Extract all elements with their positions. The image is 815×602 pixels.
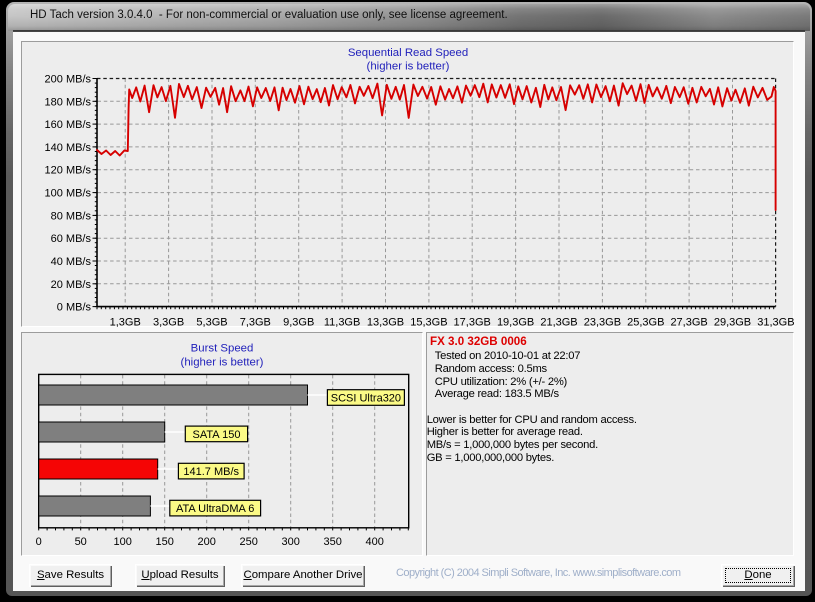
svg-text:400: 400 (366, 536, 384, 548)
svg-text:141.7 MB/s: 141.7 MB/s (183, 466, 239, 478)
svg-text:11,3GB: 11,3GB (324, 317, 361, 329)
svg-text:9,3GB: 9,3GB (283, 317, 314, 329)
svg-text:60 MB/s: 60 MB/s (51, 233, 92, 245)
svg-text:(higher is better): (higher is better) (181, 357, 264, 369)
svg-text:160 MB/s: 160 MB/s (45, 119, 92, 131)
svg-text:200 MB/s: 200 MB/s (45, 74, 92, 86)
svg-text:120 MB/s: 120 MB/s (45, 165, 92, 177)
svg-text:7,3GB: 7,3GB (240, 317, 271, 329)
svg-text:29,3GB: 29,3GB (714, 317, 751, 329)
svg-text:25,3GB: 25,3GB (627, 317, 664, 329)
svg-text:40 MB/s: 40 MB/s (51, 256, 92, 268)
svg-text:23,3GB: 23,3GB (584, 317, 621, 329)
svg-text:20 MB/s: 20 MB/s (51, 279, 92, 291)
svg-text:27,3GB: 27,3GB (670, 317, 707, 329)
svg-text:180 MB/s: 180 MB/s (45, 96, 92, 108)
svg-text:80 MB/s: 80 MB/s (51, 210, 92, 222)
svg-text:15,3GB: 15,3GB (410, 317, 447, 329)
svg-text:250: 250 (240, 536, 258, 548)
svg-text:1,3GB: 1,3GB (110, 317, 141, 329)
svg-text:ATA UltraDMA 6: ATA UltraDMA 6 (176, 503, 254, 515)
svg-text:SATA 150: SATA 150 (193, 429, 241, 441)
svg-text:100: 100 (114, 536, 132, 548)
svg-text:SCSI Ultra320: SCSI Ultra320 (331, 393, 401, 405)
svg-text:13,3GB: 13,3GB (367, 317, 404, 329)
svg-text:0 MB/s: 0 MB/s (57, 302, 92, 314)
svg-text:Sequential Read Speed: Sequential Read Speed (348, 47, 468, 59)
svg-text:21,3GB: 21,3GB (540, 317, 577, 329)
svg-text:0: 0 (36, 536, 42, 548)
svg-text:100 MB/s: 100 MB/s (45, 188, 92, 200)
svg-text:3,3GB: 3,3GB (153, 317, 184, 329)
svg-text:31,3GB: 31,3GB (757, 317, 794, 329)
svg-text:Burst Speed: Burst Speed (191, 343, 254, 355)
svg-text:200: 200 (198, 536, 216, 548)
svg-text:350: 350 (324, 536, 342, 548)
svg-text:50: 50 (75, 536, 87, 548)
svg-text:140 MB/s: 140 MB/s (45, 142, 92, 154)
svg-text:19,3GB: 19,3GB (497, 317, 534, 329)
svg-text:5,3GB: 5,3GB (196, 317, 227, 329)
svg-text:17,3GB: 17,3GB (454, 317, 491, 329)
svg-text:150: 150 (156, 536, 174, 548)
svg-text:300: 300 (282, 536, 300, 548)
svg-text:(higher is better): (higher is better) (367, 61, 450, 73)
